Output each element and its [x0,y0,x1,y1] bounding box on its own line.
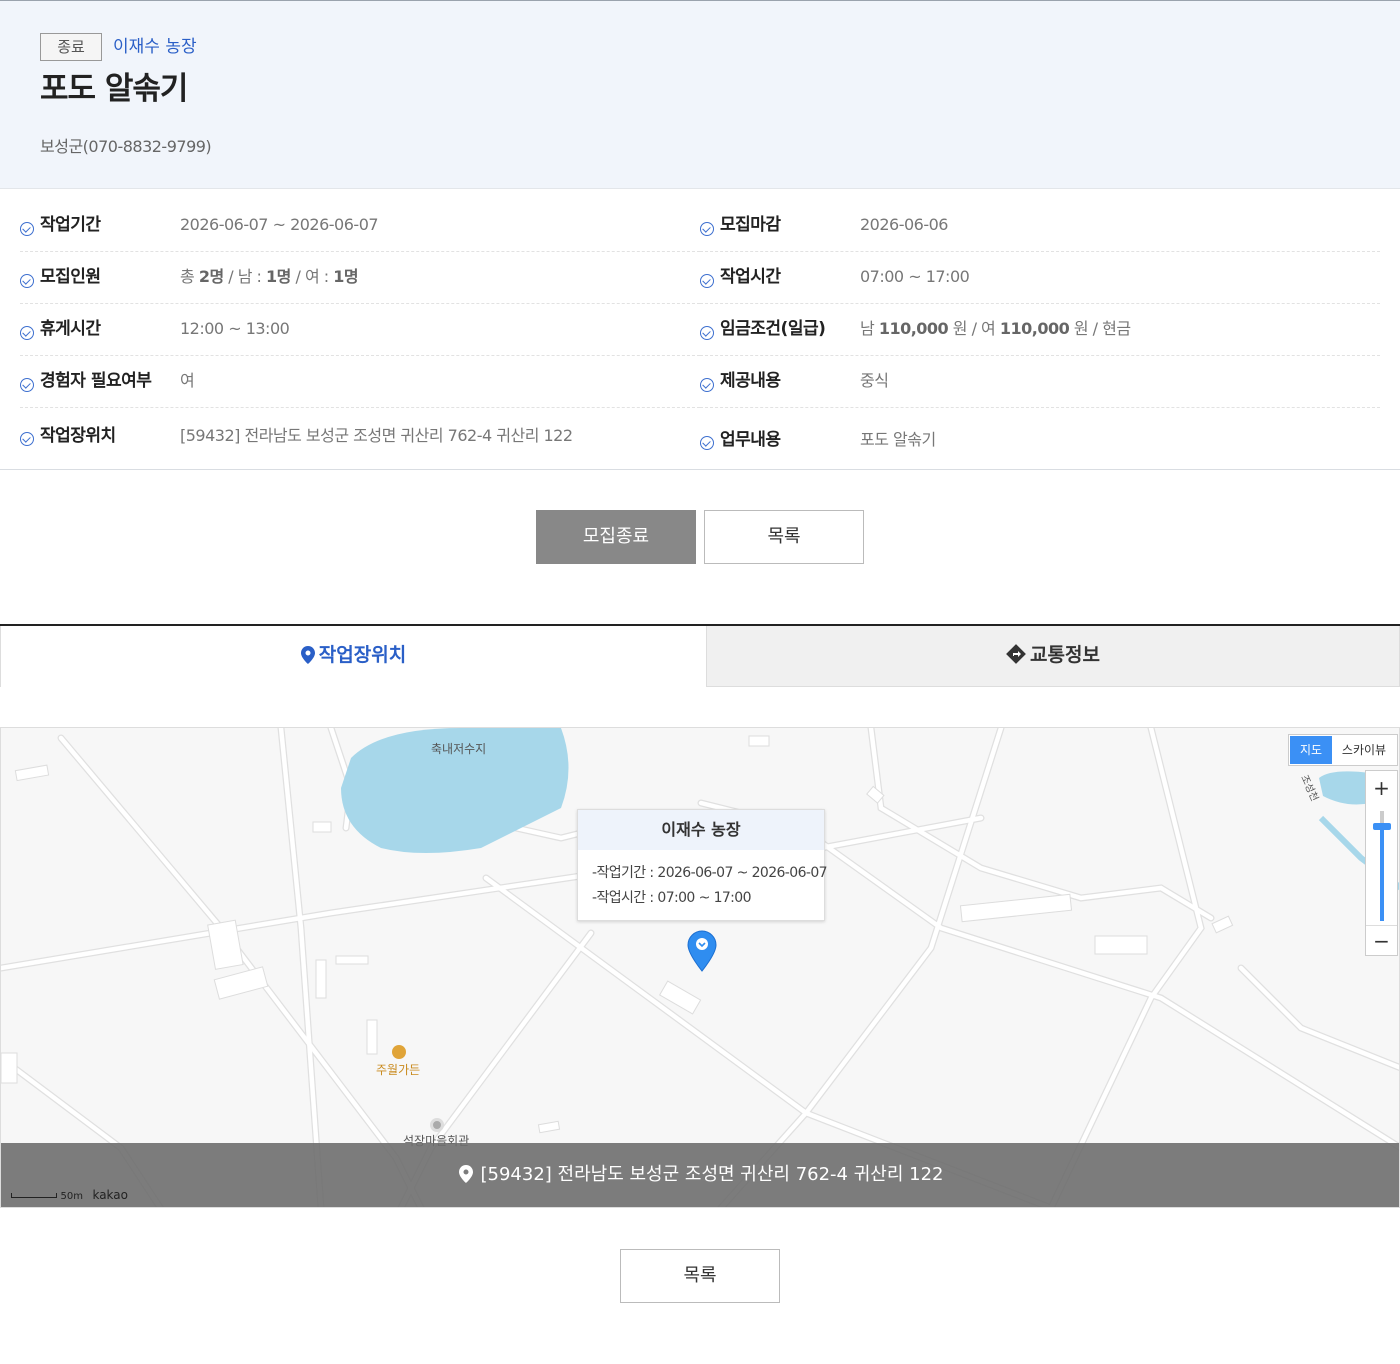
info-value: 2026-06-07 ~ 2026-06-07 [180,215,379,234]
scale-label: 50m [60,1191,83,1202]
map-scale: 50m kakao [11,1188,128,1202]
info-row: 제공내용 중식 [700,356,1380,408]
info-label: 경험자 필요여부 [40,371,152,391]
info-row: 경험자 필요여부 여 [20,356,700,408]
tab-label: 교통정보 [1030,644,1100,666]
kakao-map[interactable]: 축내저수지 조성천 주월가든 석장마을회관 지도 스카이뷰 + − 이재수 농장… [0,727,1400,1208]
check-circle-icon [700,274,714,288]
location-pin-icon [458,1165,473,1183]
info-row: 작업기간 2026-06-07 ~ 2026-06-07 [20,200,700,252]
map-address-bar: [59432] 전라남도 보성군 조성면 귀산리 762-4 귀산리 122 [1,1143,1399,1207]
map-tabs: 작업장위치 교통정보 [0,624,1400,687]
male-wage: 110,000 [878,319,949,338]
zoom-slider-handle[interactable] [1373,823,1391,830]
scale-bar [11,1193,57,1198]
info-row: 모집마감 2026-06-06 [700,200,1380,252]
total-count: 2명 [198,267,224,286]
info-value: [59432] 전라남도 보성군 조성면 귀산리 762-4 귀산리 122 [180,426,573,445]
zoom-control: + − [1365,770,1398,956]
map-address-text: [59432] 전라남도 보성군 조성면 귀산리 762-4 귀산리 122 [480,1164,944,1185]
info-label: 작업시간 [720,267,781,287]
check-circle-icon [20,378,34,392]
info-label: 모집인원 [40,267,101,287]
zoom-out-button[interactable]: − [1366,925,1397,957]
map-type-skyview-button[interactable]: 스카이뷰 [1335,736,1393,764]
check-circle-icon [700,378,714,392]
info-row: 휴게시간 12:00 ~ 13:00 [20,304,700,356]
map-type-roadmap-button[interactable]: 지도 [1290,736,1332,764]
check-circle-icon [700,222,714,236]
map-marker-icon[interactable] [687,930,717,972]
info-column-right: 모집마감 2026-06-06 작업시간 07:00 ~ 17:00 임금조건(… [700,200,1380,460]
tab-label: 작업장위치 [318,644,407,666]
status-badge: 종료 [40,33,102,61]
check-circle-icon [700,436,714,450]
info-row: 작업시간 07:00 ~ 17:00 [700,252,1380,304]
restaurant-icon [392,1045,406,1059]
info-value: 12:00 ~ 13:00 [180,319,290,338]
job-header: 종료 이재수 농장 포도 알솎기 보성군(070-8832-9799) [0,0,1400,189]
popup-time: -작업시간 : 07:00 ~ 17:00 [592,890,752,906]
list-button-bottom[interactable]: 목록 [620,1249,780,1303]
female-wage: 110,000 [999,319,1070,338]
info-label: 휴게시간 [40,319,101,339]
tab-traffic-info[interactable]: 교통정보 [706,626,1400,687]
info-label: 임금조건(일급) [720,319,826,339]
male-count: 1명 [266,267,291,286]
info-value-wage: 남 110,000 원 / 여 110,000 원 / 현금 [860,319,1131,338]
kakao-logo: kakao [92,1188,128,1202]
building-icon [430,1118,444,1132]
popup-period: -작업기간 : 2026-06-07 ~ 2026-06-07 [592,865,828,881]
info-label: 작업장위치 [40,426,116,446]
location-pin-icon [300,646,315,664]
check-circle-icon [20,274,34,288]
info-label: 작업기간 [40,215,101,235]
job-info-table: 작업기간 2026-06-07 ~ 2026-06-07 모집인원 총 2명 /… [0,200,1400,470]
stream-water [1319,771,1371,805]
female-count: 1명 [333,267,359,286]
recruit-closed-button[interactable]: 모집종료 [536,510,696,564]
popup-title: 이재수 농장 [578,810,824,850]
map-type-control: 지도 스카이뷰 [1288,734,1398,766]
check-circle-icon [20,432,34,446]
info-value: 2026-06-06 [860,215,948,234]
directions-icon [1006,644,1026,664]
check-circle-icon [20,222,34,236]
info-value: 07:00 ~ 17:00 [860,267,970,286]
info-label: 제공내용 [720,371,781,391]
restaurant-label: 주월가든 [376,1063,421,1077]
map-info-popup: 이재수 농장 -작업기간 : 2026-06-07 ~ 2026-06-07 -… [577,809,828,921]
info-value: 중식 [860,371,889,390]
info-row: 임금조건(일급) 남 110,000 원 / 여 110,000 원 / 현금 [700,304,1380,356]
zoom-in-button[interactable]: + [1366,773,1397,805]
info-label: 업무내용 [720,430,781,450]
info-value: 포도 알솎기 [860,430,936,449]
info-value: 여 [180,371,195,390]
info-row: 작업장위치 [59432] 전라남도 보성군 조성면 귀산리 762-4 귀산리… [20,408,700,460]
reservoir-label: 축내저수지 [431,742,487,756]
check-circle-icon [700,326,714,340]
info-row: 모집인원 총 2명 / 남 : 1명 / 여 : 1명 [20,252,700,304]
farm-name: 이재수 농장 [113,37,197,57]
check-circle-icon [20,326,34,340]
page-title: 포도 알솎기 [40,71,188,107]
info-row: 업무내용 포도 알솎기 [700,408,1380,460]
contact-info: 보성군(070-8832-9799) [40,137,212,156]
info-value-headcount: 총 2명 / 남 : 1명 / 여 : 1명 [180,267,359,286]
zoom-level-fill [1380,827,1384,921]
tab-work-location[interactable]: 작업장위치 [0,626,706,687]
info-label: 모집마감 [720,215,781,235]
info-column-left: 작업기간 2026-06-07 ~ 2026-06-07 모집인원 총 2명 /… [20,200,700,460]
list-button[interactable]: 목록 [704,510,864,564]
